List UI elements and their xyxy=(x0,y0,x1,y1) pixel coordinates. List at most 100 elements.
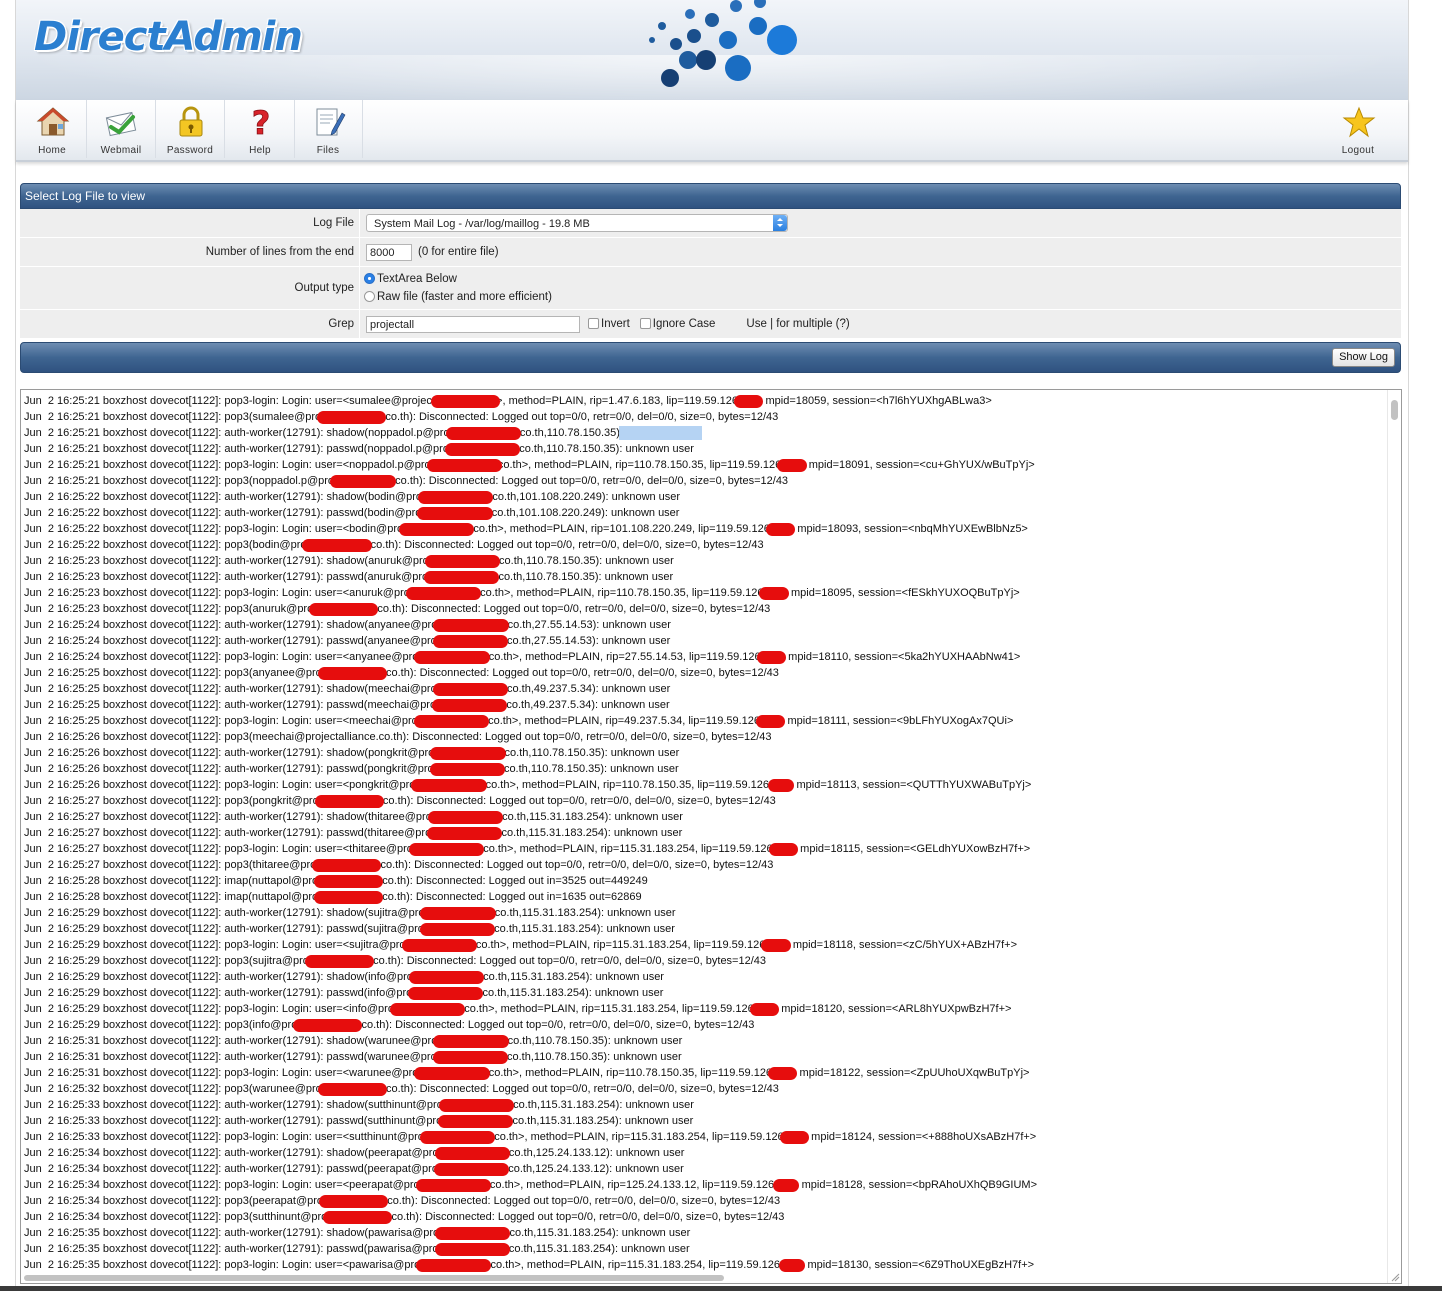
redaction-mark xyxy=(314,891,384,904)
redaction-mark xyxy=(768,779,795,792)
toolbar-password[interactable]: Password xyxy=(156,100,225,158)
lines-row: Number of lines from the end 8000 (0 for… xyxy=(20,238,1401,267)
log-line: Jun 2 16:25:35 boxzhost dovecot[1122]: a… xyxy=(24,1243,690,1255)
grep-hint: Use | for multiple (?) xyxy=(746,318,850,330)
vertical-scrollbar[interactable] xyxy=(1387,390,1401,1283)
output-type-row: Output type TextArea Below Raw file (fas… xyxy=(20,267,1401,310)
log-line: Jun 2 16:25:21 boxzhost dovecot[1122]: p… xyxy=(24,411,779,423)
toolbar-logout[interactable]: Logout xyxy=(1324,100,1392,158)
log-lines: Jun 2 16:25:21 boxzhost dovecot[1122]: p… xyxy=(24,393,1387,1273)
main-toolbar: Home Webmail Password ? Help Files Logou… xyxy=(16,100,1408,162)
log-line: Jun 2 16:25:26 boxzhost dovecot[1122]: p… xyxy=(24,731,772,743)
log-line: Jun 2 16:25:35 boxzhost dovecot[1122]: p… xyxy=(24,1259,1035,1271)
show-log-button[interactable]: Show Log xyxy=(1332,348,1395,367)
horizontal-scrollbar[interactable] xyxy=(21,1273,1387,1283)
toolbar-logout-label: Logout xyxy=(1341,145,1375,156)
redaction-mark xyxy=(302,539,372,552)
redaction-mark xyxy=(304,955,375,968)
form-action-bar: Show Log xyxy=(20,342,1401,373)
toolbar-webmail[interactable]: Webmail xyxy=(87,100,156,158)
redaction-mark xyxy=(314,875,384,888)
log-line: Jun 2 16:25:25 boxzhost dovecot[1122]: a… xyxy=(24,683,671,695)
redaction-mark xyxy=(432,635,508,648)
redaction-mark xyxy=(434,1243,510,1256)
log-line: Jun 2 16:25:26 boxzhost dovecot[1122]: p… xyxy=(24,779,1032,791)
log-line: Jun 2 16:25:24 boxzhost dovecot[1122]: a… xyxy=(24,635,671,647)
redaction-mark xyxy=(419,923,496,936)
log-line: Jun 2 16:25:33 boxzhost dovecot[1122]: a… xyxy=(24,1099,694,1111)
vertical-scroll-thumb[interactable] xyxy=(1391,400,1398,420)
redaction-mark xyxy=(314,795,384,808)
output-option-raw[interactable]: Raw file (faster and more efficient) xyxy=(364,288,552,306)
grep-input[interactable]: projectall xyxy=(366,315,580,333)
lines-hint: (0 for entire file) xyxy=(418,246,499,258)
redaction-mark xyxy=(401,939,477,952)
redaction-mark xyxy=(430,395,500,408)
window-bottom-edge xyxy=(0,1286,1442,1291)
redaction-mark xyxy=(317,1083,387,1096)
redaction-mark xyxy=(434,1147,510,1160)
redaction-mark xyxy=(435,1227,511,1240)
ignore-case-checkbox[interactable] xyxy=(639,318,651,330)
redaction-mark xyxy=(399,523,475,536)
log-line: Jun 2 16:25:27 boxzhost dovecot[1122]: p… xyxy=(24,843,1031,855)
logo-dots-graphic xyxy=(649,0,797,87)
toolbar-home[interactable]: Home xyxy=(18,100,87,158)
log-line: Jun 2 16:25:23 boxzhost dovecot[1122]: p… xyxy=(24,603,771,615)
invert-option[interactable]: Invert xyxy=(588,318,630,330)
redaction-mark xyxy=(433,1163,510,1176)
output-option-textarea[interactable]: TextArea Below xyxy=(364,270,457,288)
redaction-mark xyxy=(319,1195,389,1208)
redaction-mark xyxy=(438,1099,515,1112)
directadmin-logo[interactable]: DirectAdmin xyxy=(34,14,303,60)
redaction-mark xyxy=(438,1115,514,1128)
log-line: Jun 2 16:25:34 boxzhost dovecot[1122]: p… xyxy=(24,1195,781,1207)
grep-row: Grep projectall Invert Ignore Case Use |… xyxy=(20,310,1401,339)
resize-grip-icon[interactable] xyxy=(1390,1272,1400,1282)
textarea-radio[interactable] xyxy=(364,273,375,285)
redaction-mark xyxy=(411,779,487,792)
redaction-mark xyxy=(416,1259,492,1272)
redaction-mark xyxy=(317,667,387,680)
raw-option-label: Raw file (faster and more efficient) xyxy=(377,291,552,303)
redaction-mark xyxy=(430,747,506,760)
log-line: Jun 2 16:25:25 boxzhost dovecot[1122]: a… xyxy=(24,699,670,711)
redaction-mark xyxy=(432,1051,508,1064)
text-selection-highlight xyxy=(619,426,702,440)
log-line: Jun 2 16:25:34 boxzhost dovecot[1122]: a… xyxy=(24,1163,684,1175)
toolbar-files[interactable]: Files xyxy=(294,100,363,158)
redaction-mark xyxy=(433,1035,509,1048)
redaction-mark xyxy=(413,715,490,728)
redaction-mark xyxy=(405,587,482,600)
log-line: Jun 2 16:25:22 boxzhost dovecot[1122]: p… xyxy=(24,539,764,551)
log-line: Jun 2 16:25:29 boxzhost dovecot[1122]: p… xyxy=(24,939,1018,951)
redaction-mark xyxy=(761,939,791,952)
redaction-mark xyxy=(424,571,500,584)
log-textarea[interactable]: Jun 2 16:25:21 boxzhost dovecot[1122]: p… xyxy=(20,389,1402,1284)
lines-input[interactable]: 8000 xyxy=(366,243,412,261)
raw-radio[interactable] xyxy=(364,291,375,303)
log-line: Jun 2 16:25:29 boxzhost dovecot[1122]: a… xyxy=(24,971,664,983)
form-title: Select Log File to view xyxy=(20,183,1401,209)
log-file-select[interactable]: System Mail Log - /var/log/maillog - 19.… xyxy=(366,214,788,232)
invert-checkbox[interactable] xyxy=(588,318,599,330)
help-icon: ? xyxy=(251,105,270,139)
log-line: Jun 2 16:25:21 boxzhost dovecot[1122]: a… xyxy=(24,427,695,439)
redaction-mark xyxy=(777,459,807,472)
log-line: Jun 2 16:25:34 boxzhost dovecot[1122]: p… xyxy=(24,1211,785,1223)
redaction-mark xyxy=(749,1003,780,1016)
log-line: Jun 2 16:25:35 boxzhost dovecot[1122]: a… xyxy=(24,1227,691,1239)
log-line: Jun 2 16:25:29 boxzhost dovecot[1122]: a… xyxy=(24,907,676,919)
redaction-mark xyxy=(424,555,500,568)
redaction-mark xyxy=(330,475,397,488)
log-line: Jun 2 16:25:27 boxzhost dovecot[1122]: a… xyxy=(24,811,683,823)
horizontal-scroll-thumb[interactable] xyxy=(24,1275,724,1281)
toolbar-help[interactable]: ? Help xyxy=(226,100,295,158)
redaction-mark xyxy=(445,427,521,440)
ignore-case-option[interactable]: Ignore Case xyxy=(639,318,715,330)
log-line: Jun 2 16:25:26 boxzhost dovecot[1122]: a… xyxy=(24,747,680,759)
redaction-mark xyxy=(414,651,490,664)
select-stepper-icon xyxy=(773,215,787,231)
redaction-mark xyxy=(419,1131,496,1144)
header-banner: DirectAdmin xyxy=(16,0,1408,101)
